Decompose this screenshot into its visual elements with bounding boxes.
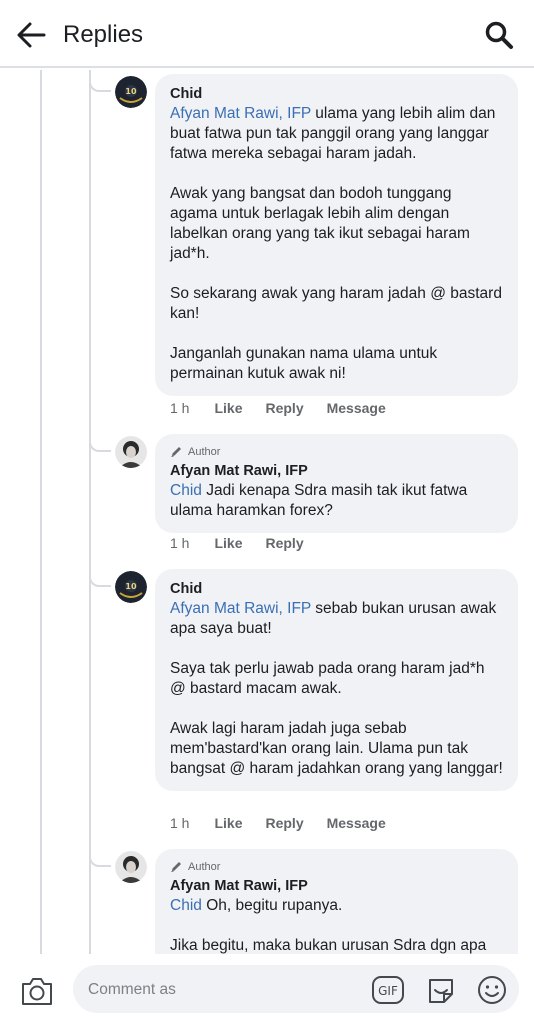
comment-author[interactable]: Chid [170,579,503,599]
author-badge: Author [170,859,503,874]
gif-icon: GIF [372,976,404,1004]
thread-connector [89,434,111,452]
page-title: Replies [63,21,144,48]
gif-button[interactable]: GIF [371,974,405,1006]
comment-actions: 1 h Like Reply Message [170,400,409,416]
arrow-left-icon[interactable] [14,18,48,52]
like-button[interactable]: Like [214,815,242,831]
svg-text:GIF: GIF [378,984,398,998]
author-badge: Author [170,444,503,459]
comment-text: Chid Oh, begitu rupanya. Jika begitu, ma… [170,897,487,954]
thread-connector [89,74,111,92]
reply-button[interactable]: Reply [265,400,303,416]
pencil-icon [171,447,181,457]
avatar[interactable]: 10 [115,571,147,603]
camera-icon[interactable] [19,974,55,1008]
svg-text:10: 10 [125,582,137,591]
svg-text:10: 10 [125,87,137,96]
avatar[interactable]: 10 [115,76,147,108]
like-button[interactable]: Like [214,400,242,416]
avatar[interactable] [115,851,147,883]
author-badge-label: Author [188,860,221,873]
avatar[interactable] [115,436,147,468]
message-button[interactable]: Message [327,815,386,831]
mention-link[interactable]: Afyan Mat Rawi, IFP [170,600,311,617]
app-header: Replies [0,0,534,68]
message-button[interactable]: Message [327,400,386,416]
mention-link[interactable]: Chid [170,482,202,499]
comment-bubble[interactable]: Author Afyan Mat Rawi, IFP Chid Jadi ken… [155,434,518,533]
like-button[interactable]: Like [214,535,242,551]
thread-connector [89,569,111,587]
comment-author[interactable]: Afyan Mat Rawi, IFP [170,461,503,481]
comment-author[interactable]: Afyan Mat Rawi, IFP [170,876,503,896]
comment-text: Afyan Mat Rawi, IFP ulama yang lebih ali… [170,105,502,382]
emoji-icon[interactable] [476,974,508,1006]
comment-time: 1 h [170,535,190,551]
reply-button[interactable]: Reply [265,815,303,831]
sticker-icon[interactable] [424,974,458,1008]
comment-author[interactable]: Chid [170,84,503,104]
replies-thread[interactable]: 10 Chid Afyan Mat Rawi, IFP ulama yang l… [0,70,534,954]
thread-connector [89,849,111,867]
thread-line [40,70,42,954]
comment-text: Chid Jadi kenapa Sdra masih tak ikut fat… [170,482,472,519]
comment-actions: 1 h Like Reply [170,535,327,551]
comment-bubble[interactable]: Chid Afyan Mat Rawi, IFP ulama yang lebi… [155,74,518,396]
mention-link[interactable]: Chid [170,897,202,914]
comment-bubble[interactable]: Chid Afyan Mat Rawi, IFP sebab bukan uru… [155,569,518,791]
comment-input[interactable] [88,980,348,1000]
author-badge-label: Author [188,445,221,458]
comment-text: Afyan Mat Rawi, IFP sebab bukan urusan a… [170,600,503,777]
mention-link[interactable]: Afyan Mat Rawi, IFP [170,105,311,122]
thread-line [89,70,91,954]
pencil-icon [171,862,181,872]
comment-actions: 1 h Like Reply Message [170,815,409,831]
comment-time: 1 h [170,815,190,831]
comment-time: 1 h [170,400,190,416]
comment-bubble[interactable]: Author Afyan Mat Rawi, IFP Chid Oh, begi… [155,849,518,954]
search-icon[interactable] [484,20,514,50]
reply-button[interactable]: Reply [265,535,303,551]
